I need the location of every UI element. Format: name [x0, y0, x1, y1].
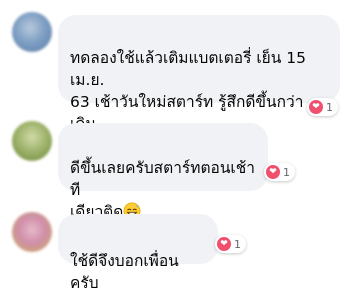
reaction-badge[interactable]: ❤ 1 [215, 235, 246, 253]
heart-icon: ❤ [266, 165, 280, 179]
avatar[interactable] [12, 212, 52, 252]
comment-bubble: ดีขึ้นเลยครับสตาร์ทตอนเช้าที เดียวติด [58, 123, 268, 221]
reaction-count: 1 [283, 165, 290, 179]
reaction-count: 1 [326, 100, 333, 114]
comment-item: ใช้ดีจึงบอกเพื่อนครับ ❤ 1 [0, 200, 350, 292]
comment-text: ใช้ดีจึงบอกเพื่อนครับ [70, 252, 179, 292]
avatar[interactable] [12, 121, 52, 161]
reaction-badge[interactable]: ❤ 1 [264, 163, 295, 181]
heart-icon: ❤ [309, 100, 323, 114]
reaction-badge[interactable]: ❤ 1 [307, 98, 338, 116]
comment-bubble: ทดลองใช้แล้วเติมแบตเตอรี่ เย็น 15 เม.ย. … [58, 15, 340, 155]
comment-bubble: ใช้ดีจึงบอกเพื่อนครับ [58, 214, 218, 292]
avatar[interactable] [12, 12, 52, 52]
reaction-count: 1 [234, 237, 241, 251]
heart-icon: ❤ [217, 237, 231, 251]
comment-item: ดีขึ้นเลยครับสตาร์ทตอนเช้าที เดียวติด ❤ … [0, 115, 350, 221]
comment-item: ทดลองใช้แล้วเติมแบตเตอรี่ เย็น 15 เม.ย. … [0, 0, 350, 155]
